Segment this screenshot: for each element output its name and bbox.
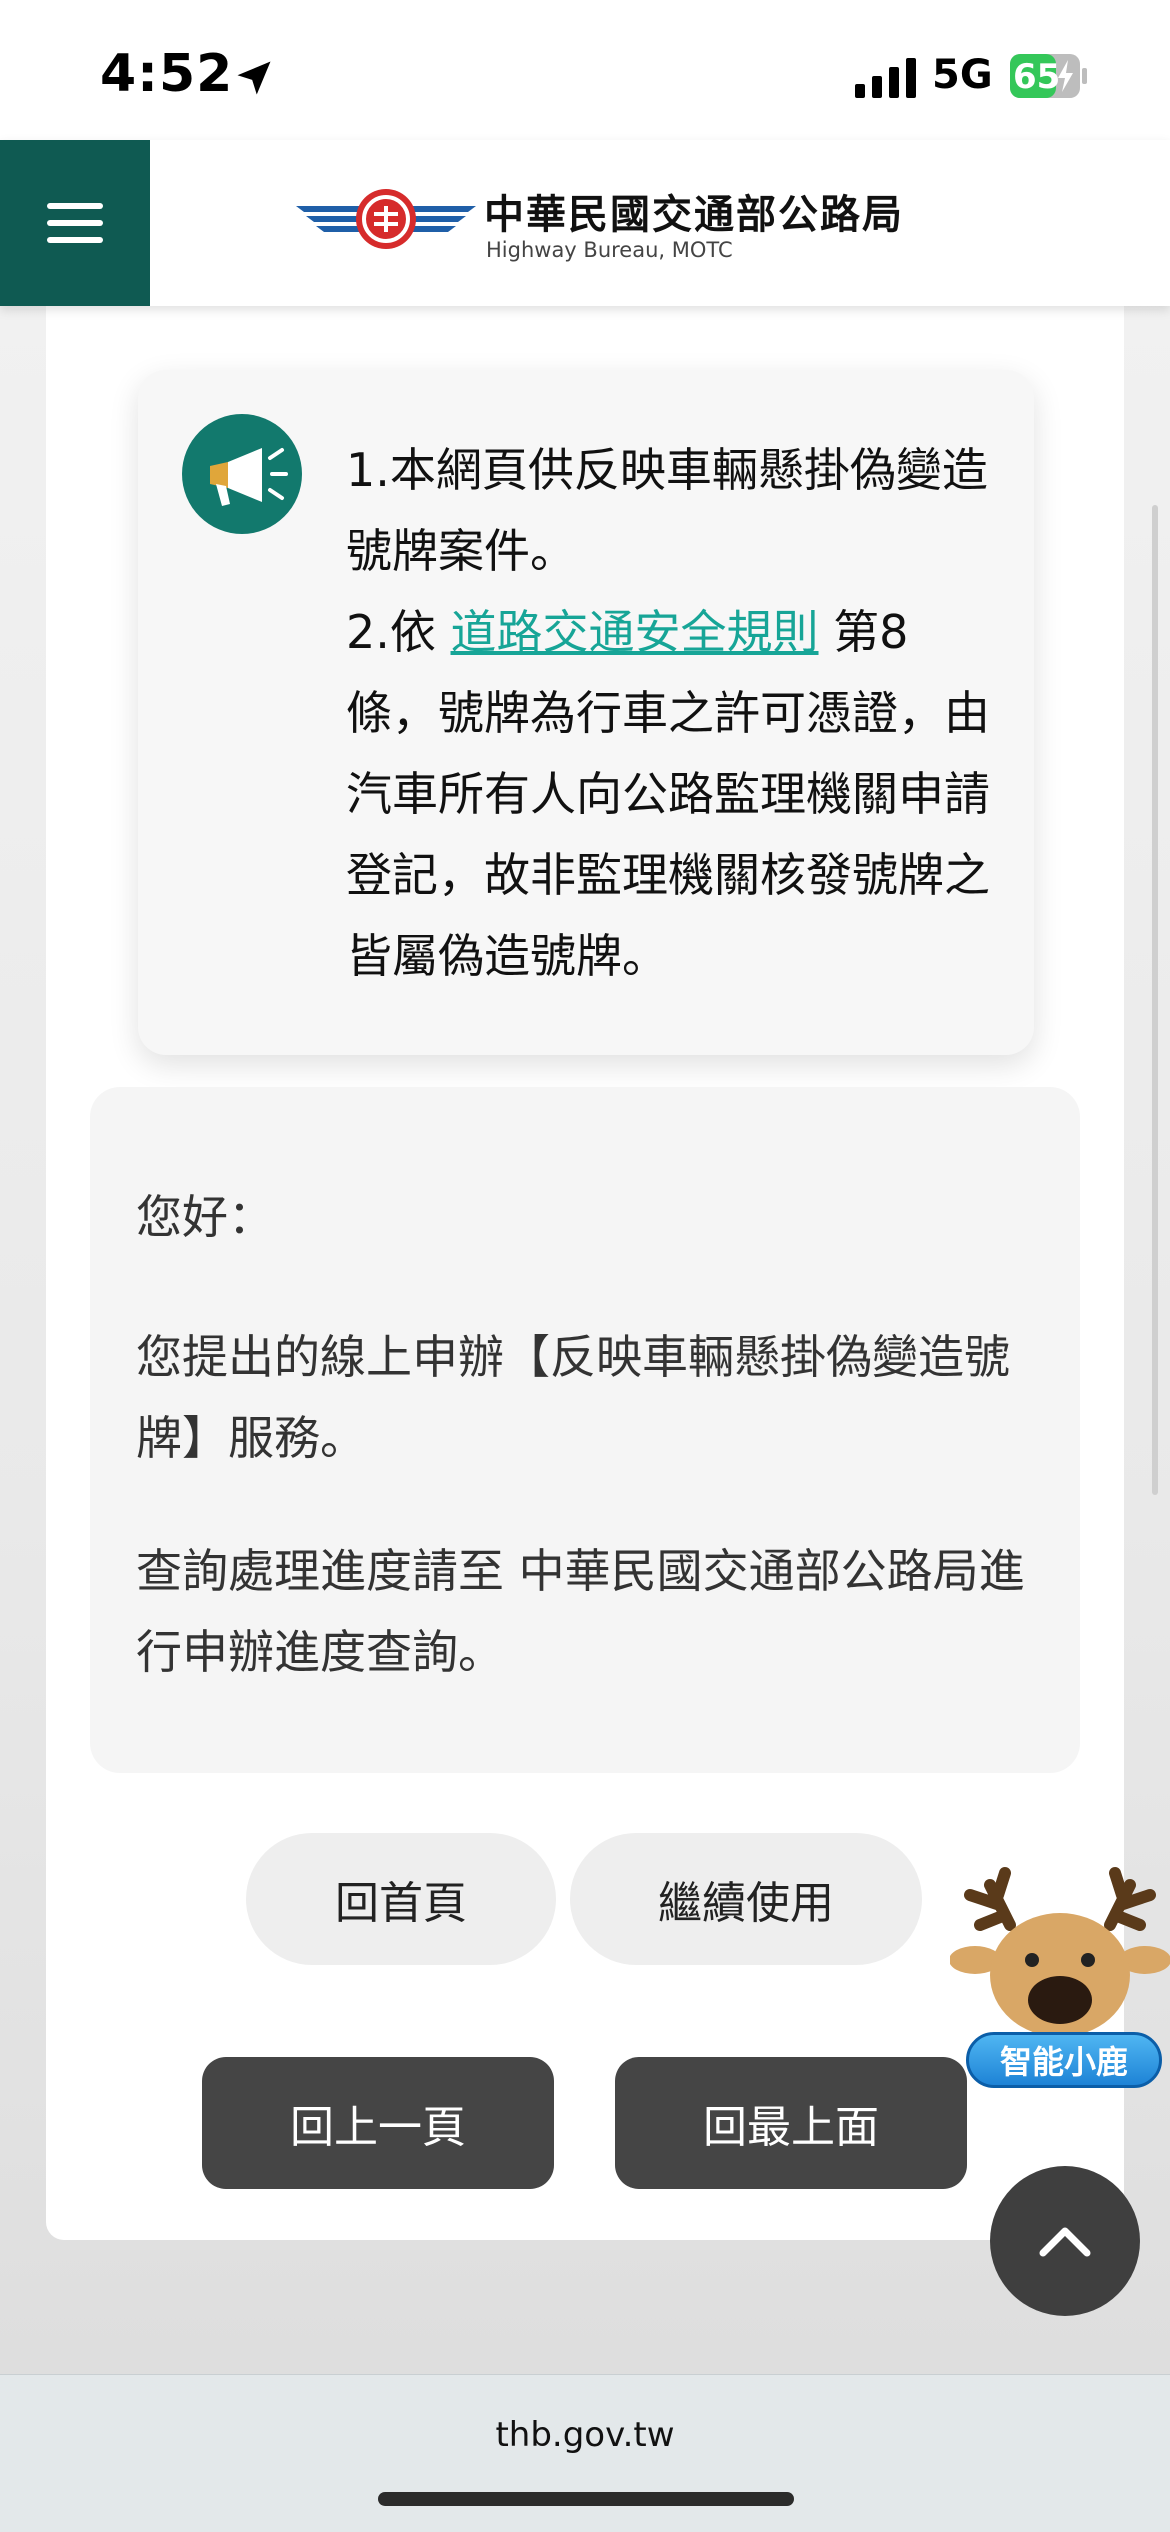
battery-level: 65 xyxy=(1013,57,1061,97)
chevron-up-icon xyxy=(1039,2227,1091,2257)
hamburger-icon xyxy=(47,203,103,243)
assistant-label[interactable]: 智能小鹿 xyxy=(966,2032,1162,2088)
notice-line-2-suffix: 第8條，號牌為行車之許可憑證，由汽車所有人向公路監理機關申請登記，故非監理機關核… xyxy=(346,605,990,983)
cellular-signal-icon xyxy=(855,58,916,98)
query-instruction-text: 查詢處理進度請至 中華民國交通部公路局進行申辦進度查詢。 xyxy=(136,1544,1025,1679)
notice-text: 1.本網頁供反映車輛懸掛偽變造號牌案件。 2.依 道路交通安全規則 第8條，號牌… xyxy=(346,430,996,997)
notice-box: 1.本網頁供反映車輛懸掛偽變造號牌案件。 2.依 道路交通安全規則 第8條，號牌… xyxy=(138,370,1034,1055)
status-bar: 4:52 5G 65 xyxy=(0,0,1170,140)
traffic-safety-rules-link[interactable]: 道路交通安全規則 xyxy=(451,605,819,659)
continue-button[interactable]: 繼續使用 xyxy=(570,1833,922,1965)
result-message-box: 您好： 您提出的線上申辦【反映車輛懸掛偽變造號牌】服務。 查詢處理進度請至 中華… xyxy=(90,1087,1080,1773)
org-name: 中華民國交通部公路局 xyxy=(484,191,904,238)
previous-page-button[interactable]: 回上一頁 xyxy=(202,2057,554,2189)
service-text: 您提出的線上申辦【反映車輛懸掛偽變造號牌】服務。 xyxy=(136,1330,1010,1465)
browser-address-bar[interactable]: thb.gov.tw xyxy=(0,2374,1170,2532)
megaphone-icon xyxy=(182,414,302,534)
location-arrow-icon xyxy=(237,61,271,95)
highway-bureau-logo xyxy=(296,189,476,249)
notice-line-2: 2.依 道路交通安全規則 第8條，號牌為行車之許可憑證，由汽車所有人向公路監理機… xyxy=(346,592,996,997)
status-time: 4:52 xyxy=(100,44,234,104)
org-subtitle: Highway Bureau, MOTC xyxy=(486,238,733,262)
home-button[interactable]: 回首頁 xyxy=(246,1833,556,1965)
network-type: 5G xyxy=(932,52,993,98)
back-to-top-button[interactable]: 回最上面 xyxy=(615,2057,967,2189)
page-scrollbar[interactable] xyxy=(1152,505,1158,1495)
notice-line-2-prefix: 2.依 xyxy=(346,605,451,659)
scroll-to-top-button[interactable] xyxy=(990,2166,1140,2316)
greeting-text: 您好： xyxy=(136,1190,274,1244)
home-indicator[interactable] xyxy=(378,2492,794,2506)
notice-line-1: 1.本網頁供反映車輛懸掛偽變造號牌案件。 xyxy=(346,443,988,578)
url-text[interactable]: thb.gov.tw xyxy=(0,2415,1170,2455)
site-header: 中華民國交通部公路局 Highway Bureau, MOTC xyxy=(0,140,1170,306)
menu-button[interactable] xyxy=(0,140,150,306)
